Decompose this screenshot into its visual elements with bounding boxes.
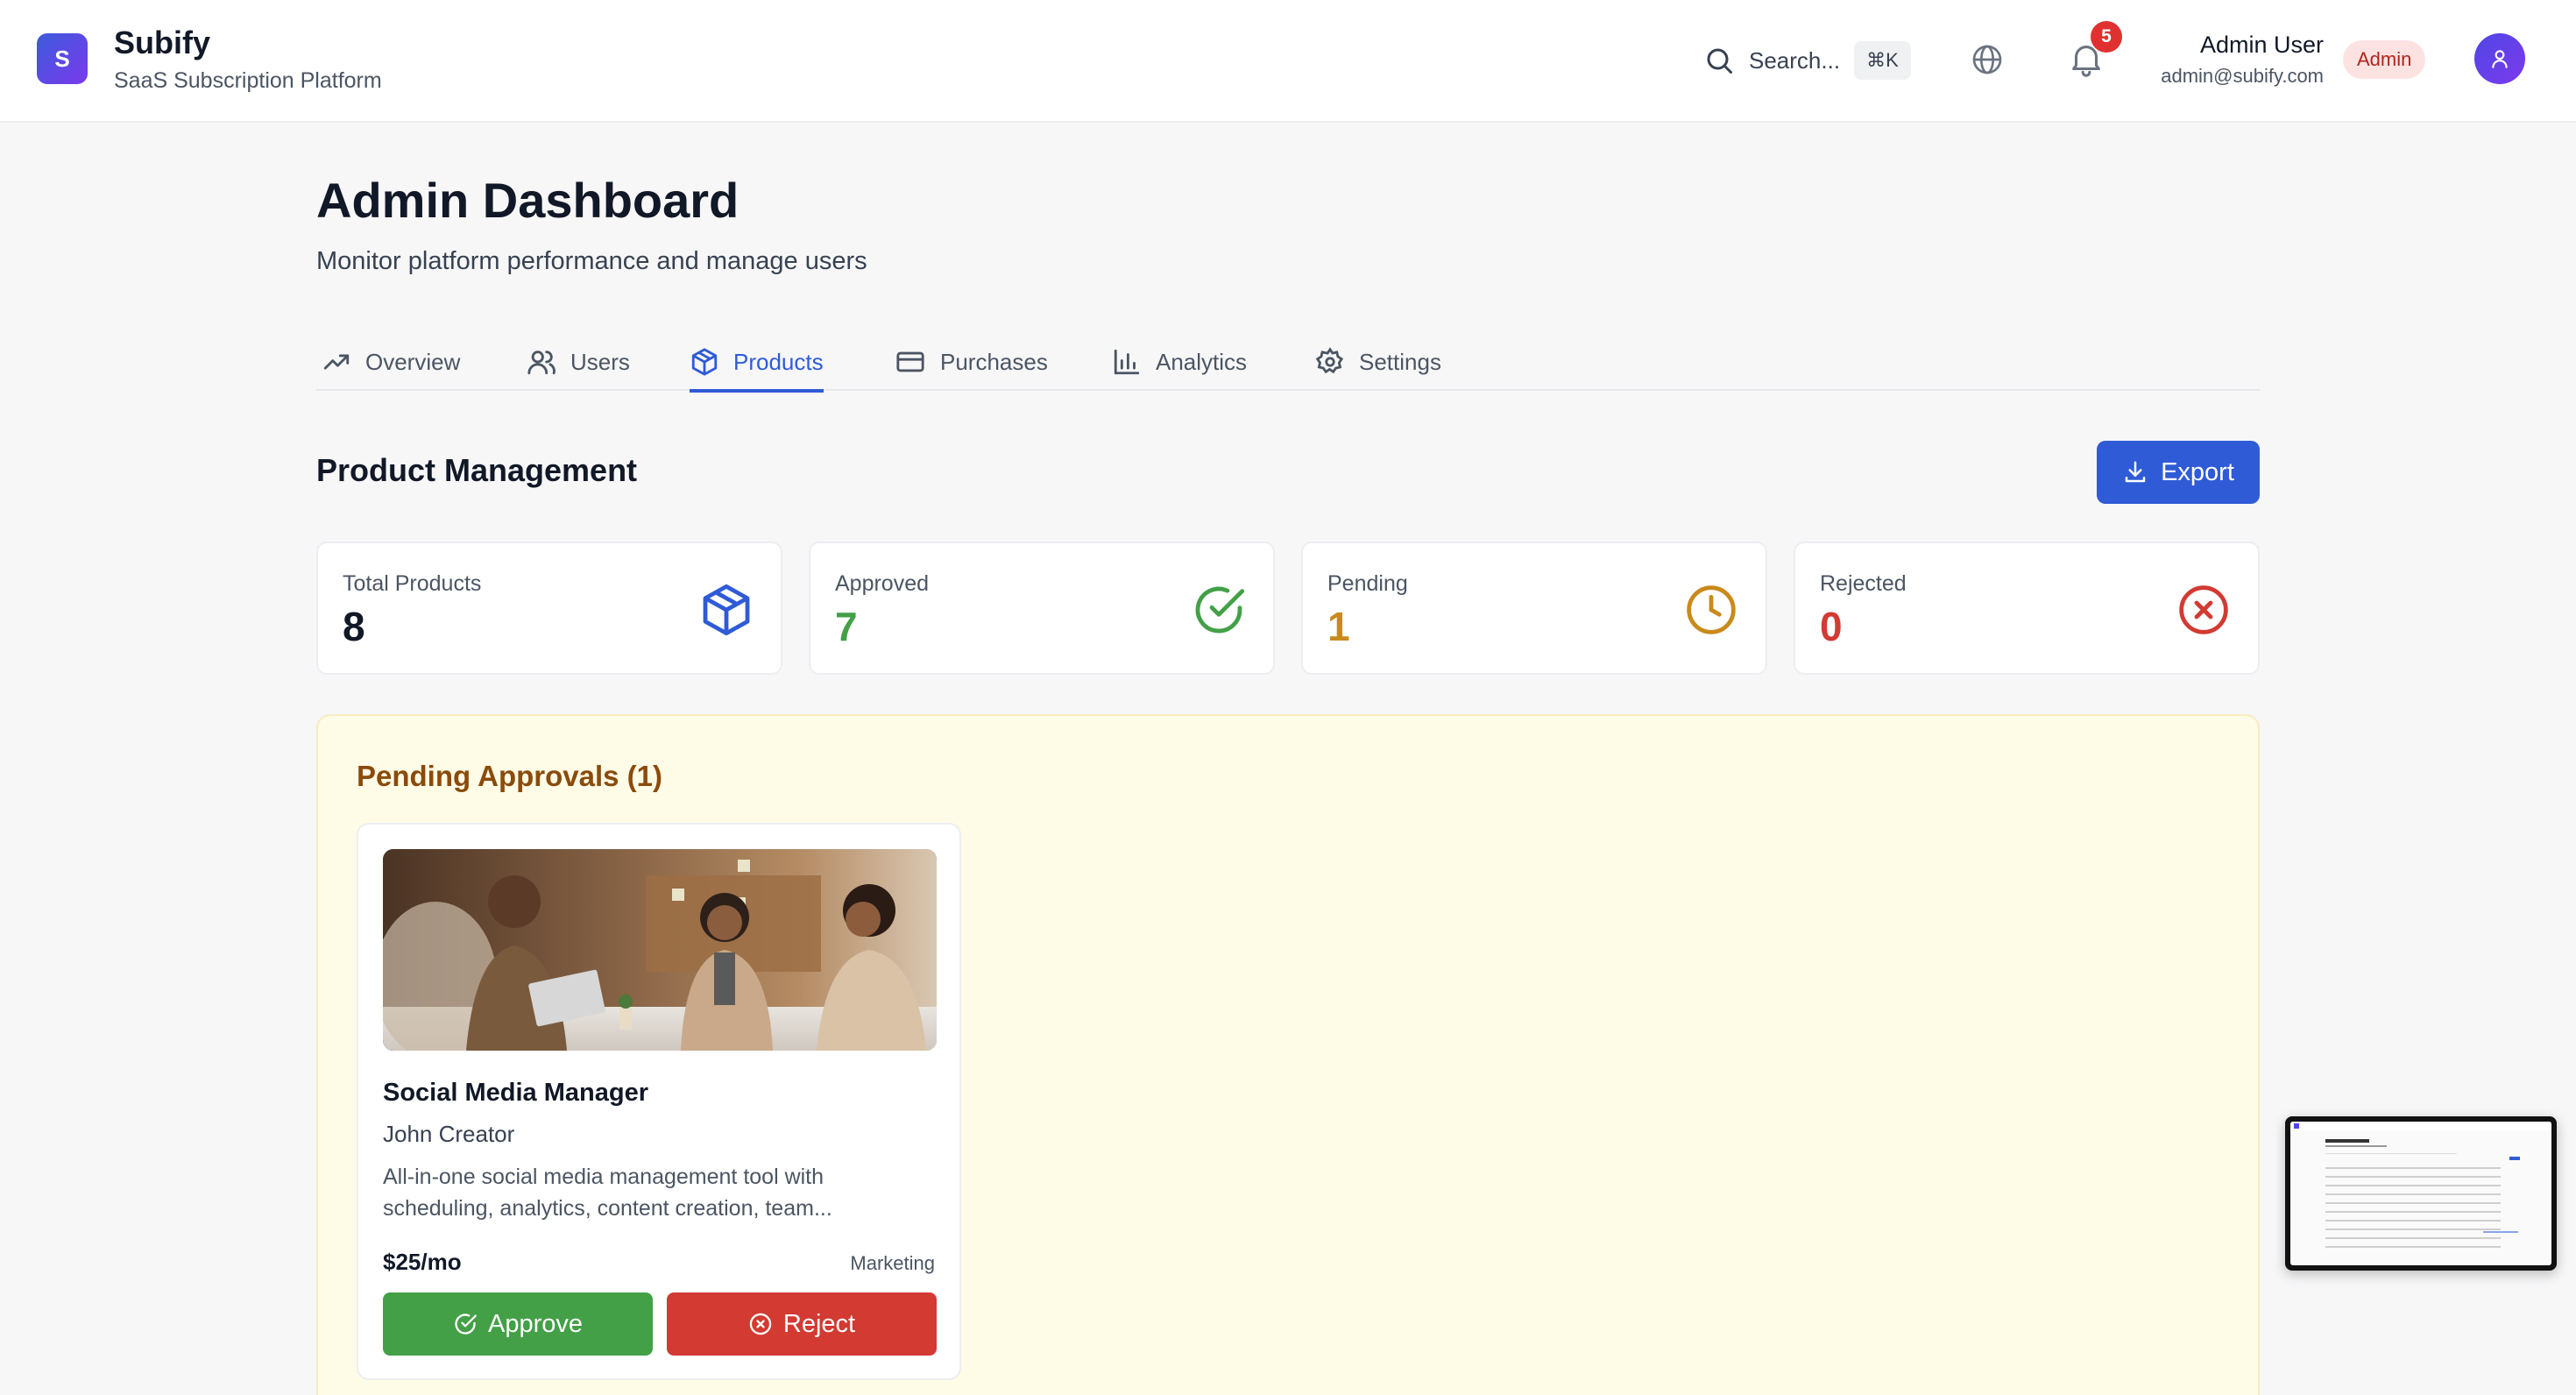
users-icon (527, 351, 556, 375)
brand-name: Subify (114, 25, 211, 60)
clock-icon (1687, 585, 1736, 634)
tab-label: Users (570, 348, 630, 375)
brand-subtitle: SaaS Subscription Platform (114, 68, 382, 93)
check-circle-icon (455, 1314, 477, 1335)
stat-value: 0 (1820, 604, 1843, 649)
reject-button[interactable]: Reject (667, 1292, 937, 1356)
product-price: $25/mo (383, 1249, 462, 1275)
product-card: Social Media Manager John Creator All-in… (357, 823, 961, 1380)
gear-icon (1315, 347, 1344, 374)
tab-label: Products (733, 348, 824, 375)
search-icon (1707, 48, 1732, 74)
stat-card-pending: Pending 1 (1301, 542, 1767, 675)
export-label: Export (2161, 457, 2234, 486)
download-icon (2125, 461, 2146, 483)
search-shortcut: ⌘K (1854, 41, 1911, 80)
stat-card-approved: Approved 7 (809, 542, 1275, 675)
stat-label: Approved (835, 571, 930, 596)
tab-settings[interactable]: Settings (1315, 333, 1441, 391)
logo[interactable]: S (37, 33, 88, 84)
search-label: Search... (1749, 46, 1841, 74)
stat-card-rejected: Rejected 0 (1794, 542, 2260, 675)
trending-up-icon (323, 354, 350, 370)
stat-label: Rejected (1820, 571, 1907, 596)
approve-button[interactable]: Approve (383, 1292, 653, 1356)
stat-value: 8 (343, 604, 365, 649)
x-circle-icon (749, 1313, 772, 1335)
stat-card-total-products: Total Products 8 (316, 542, 782, 675)
tab-label: Analytics (1156, 348, 1248, 375)
user-email: admin@subify.com (2161, 65, 2324, 87)
screen-preview-thumbnail[interactable] (2285, 1116, 2557, 1271)
product-author: John Creator (383, 1121, 515, 1147)
tab-label: Settings (1359, 348, 1441, 375)
search-button[interactable]: Search... ⌘K (1703, 37, 1911, 84)
tab-label: Purchases (940, 348, 1048, 375)
stat-label: Pending (1327, 571, 1408, 596)
tab-users[interactable]: Users (527, 333, 630, 391)
page-title: Admin Dashboard (316, 173, 740, 228)
tab-bar: Overview Users Products Purchases Analyt… (316, 333, 2260, 393)
user-icon (2492, 50, 2508, 68)
export-button[interactable]: Export (2097, 441, 2260, 504)
check-circle-icon (1195, 586, 1245, 634)
credit-card-icon (896, 351, 924, 372)
product-category: Marketing (850, 1252, 935, 1274)
product-name: Social Media Manager (383, 1079, 648, 1107)
globe-icon (1972, 45, 2002, 74)
stat-value: 7 (835, 604, 858, 649)
page-subtitle: Monitor platform performance and manage … (316, 247, 867, 275)
screen-preview-content (2290, 1122, 2551, 1265)
avatar[interactable] (2474, 33, 2525, 84)
tab-analytics[interactable]: Analytics (1112, 333, 1247, 391)
pending-approvals-title: Pending Approvals (1) (357, 760, 662, 792)
reject-label: Reject (782, 1309, 856, 1338)
stat-label: Total Products (343, 571, 482, 596)
top-bar: S Subify SaaS Subscription Platform Sear… (0, 0, 2576, 123)
package-icon (691, 348, 718, 376)
language-button[interactable] (1970, 42, 2005, 81)
section-title: Product Management (316, 452, 638, 488)
pending-approvals-panel: Pending Approvals (1) Social Media Manag… (316, 714, 2260, 1395)
bar-chart-icon (1114, 349, 1140, 375)
tab-label: Overview (365, 348, 461, 375)
product-description: All-in-one social media management tool … (383, 1165, 832, 1221)
package-icon (703, 584, 750, 636)
role-badge: Admin (2343, 40, 2426, 79)
product-image (383, 849, 937, 1051)
tab-products[interactable]: Products (690, 333, 824, 393)
notification-count-badge: 5 (2091, 21, 2122, 53)
tab-purchases[interactable]: Purchases (895, 333, 1048, 391)
x-circle-icon (2179, 585, 2228, 634)
approve-label: Approve (487, 1309, 583, 1338)
tab-overview[interactable]: Overview (322, 333, 460, 391)
stat-value: 1 (1327, 604, 1350, 649)
user-name: Admin User (2199, 32, 2324, 58)
